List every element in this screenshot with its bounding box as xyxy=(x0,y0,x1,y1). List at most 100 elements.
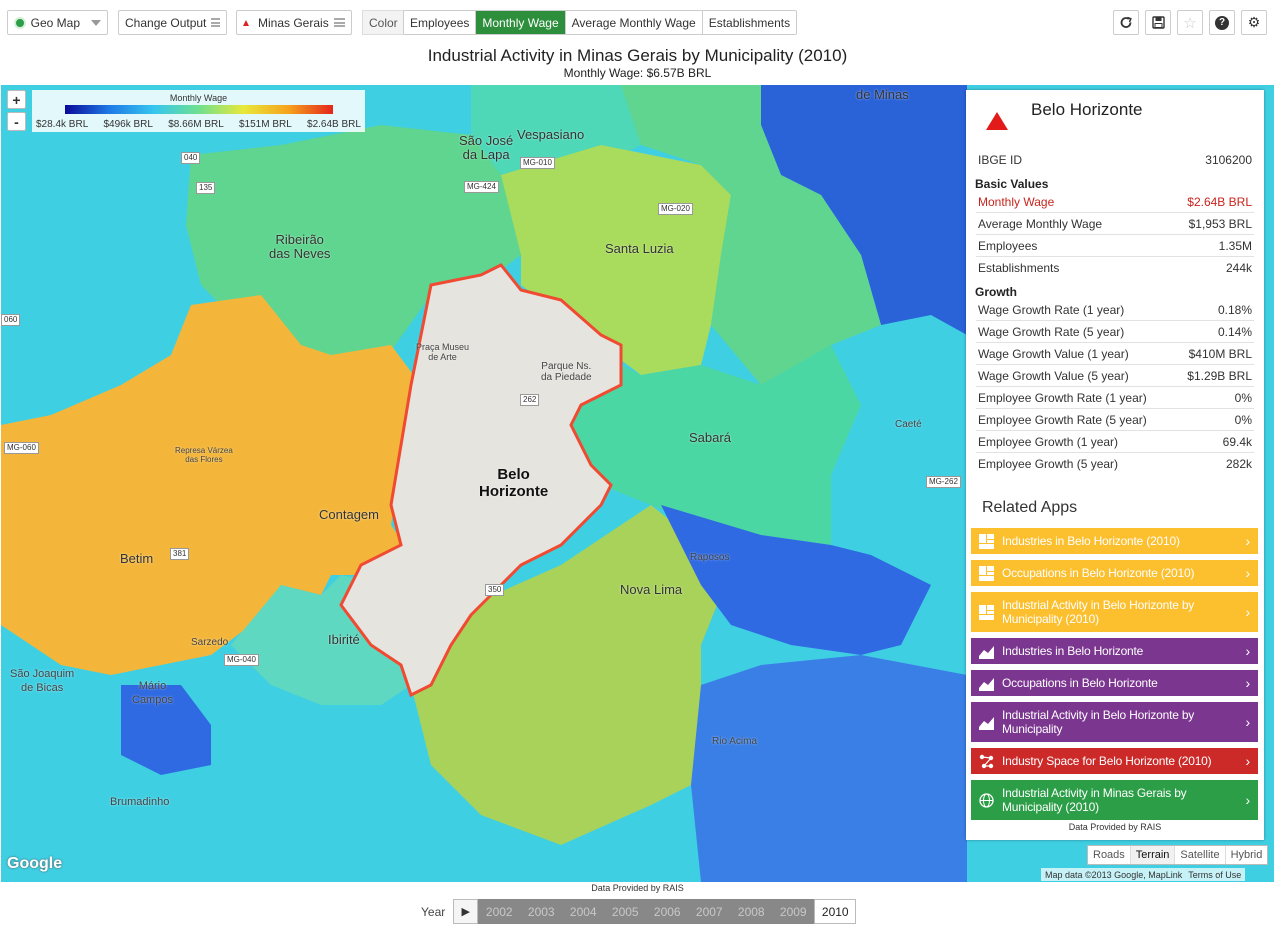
growth-label: Wage Growth Rate (5 year) xyxy=(978,324,1125,339)
change-output-button[interactable]: Change Output xyxy=(118,10,227,35)
map-type-terrain[interactable]: Terrain xyxy=(1130,846,1176,864)
year-option[interactable]: 2006 xyxy=(646,899,688,924)
year-option[interactable]: 2004 xyxy=(562,899,604,924)
chevron-right-icon: › xyxy=(1245,604,1251,620)
related-app-link[interactable]: Industries in Belo Horizonte (2010) › xyxy=(971,528,1258,554)
year-option[interactable]: 2005 xyxy=(604,899,646,924)
growth-row: Wage Growth Rate (5 year) 0.14% xyxy=(976,321,1254,343)
label-praca-museu: Praça Museu de Arte xyxy=(416,342,470,362)
label-sao-jose-da-lapa: São José da Lapa xyxy=(459,133,514,162)
road-shield: MG-060 xyxy=(4,442,39,454)
network-icon xyxy=(979,754,994,768)
page-subtitle: Monthly Wage: $6.57B BRL xyxy=(563,66,712,80)
label-sarzedo: Sarzedo xyxy=(191,637,229,648)
road-shield: MG-020 xyxy=(658,203,693,215)
chevron-right-icon: › xyxy=(1245,533,1251,549)
region-rio-acima[interactable] xyxy=(691,655,967,882)
growth-value: $1.29B BRL xyxy=(1187,368,1252,383)
color-selector: Employees Monthly Wage Average Monthly W… xyxy=(403,10,798,35)
year-option-selected[interactable]: 2010 xyxy=(814,899,857,924)
refresh-button[interactable] xyxy=(1113,10,1139,35)
label-mario-campos: Mário Campos xyxy=(132,680,173,706)
stat-label: Monthly Wage xyxy=(978,194,1055,209)
app-type-dropdown[interactable]: Geo Map xyxy=(7,10,108,35)
chevron-right-icon: › xyxy=(1245,753,1251,769)
legend-tick: $151M BRL xyxy=(239,119,292,130)
tree-map-icon xyxy=(979,604,994,620)
year-option[interactable]: 2007 xyxy=(688,899,730,924)
location-label: Minas Gerais xyxy=(258,15,329,30)
related-app-link[interactable]: Industrial Activity in Belo Horizonte by… xyxy=(971,702,1258,742)
year-option[interactable]: 2003 xyxy=(520,899,562,924)
road-shield: 060 xyxy=(1,314,21,326)
related-app-link[interactable]: Occupations in Belo Horizonte › xyxy=(971,670,1258,696)
chevron-right-icon: › xyxy=(1245,714,1251,730)
favorite-button[interactable]: ☆ xyxy=(1177,10,1203,35)
road-shield: 381 xyxy=(170,548,190,560)
road-shield: MG-424 xyxy=(464,181,499,193)
related-app-label: Industries in Belo Horizonte (2010) xyxy=(1002,534,1180,548)
stat-label: Employees xyxy=(978,238,1038,253)
growth-label: Wage Growth Value (5 year) xyxy=(978,368,1129,383)
label-ribeirao-das-neves: Ribeirão das Neves xyxy=(269,232,331,261)
growth-row: Employee Growth (1 year) 69.4k xyxy=(976,431,1254,453)
related-app-link[interactable]: Industrial Activity in Belo Horizonte by… xyxy=(971,592,1258,632)
year-label: Year xyxy=(421,904,446,919)
label-sabara: Sabará xyxy=(689,430,731,445)
growth-row: Employee Growth Rate (1 year) 0% xyxy=(976,387,1254,409)
label-rio-acima: Rio Acima xyxy=(712,736,758,747)
color-option-monthly-wage[interactable]: Monthly Wage xyxy=(476,11,566,34)
color-option-establishments[interactable]: Establishments xyxy=(702,11,797,34)
location-button[interactable]: Minas Gerais xyxy=(236,10,352,35)
zoom-in-button[interactable]: + xyxy=(7,90,26,109)
municipality-info-panel: Belo Horizonte IBGE ID 3106200 Basic Val… xyxy=(966,90,1264,840)
stat-row: Monthly Wage $2.64B BRL xyxy=(976,191,1254,213)
play-icon: ▶ xyxy=(461,906,470,918)
road-shield: 135 xyxy=(196,182,216,194)
settings-button[interactable]: ⚙ xyxy=(1241,10,1267,35)
help-button[interactable]: ? xyxy=(1209,10,1235,35)
related-app-link[interactable]: Occupations in Belo Horizonte (2010) › xyxy=(971,560,1258,586)
stat-value: $1,953 BRL xyxy=(1188,216,1252,231)
growth-value: 0.14% xyxy=(1217,324,1252,339)
label-nova-lima: Nova Lima xyxy=(620,582,683,597)
map-type-satellite[interactable]: Satellite xyxy=(1175,846,1226,864)
related-app-link[interactable]: Industrial Activity in Minas Gerais by M… xyxy=(971,780,1258,820)
color-label: Color xyxy=(362,10,404,35)
growth-row: Wage Growth Value (1 year) $410M BRL xyxy=(976,343,1254,365)
year-option[interactable]: 2008 xyxy=(730,899,772,924)
related-app-link[interactable]: Industry Space for Belo Horizonte (2010)… xyxy=(971,748,1258,774)
growth-value: 0.18% xyxy=(1217,302,1252,317)
chevron-right-icon: › xyxy=(1245,643,1251,659)
label-de-minas: de Minas xyxy=(856,87,909,102)
list-icon xyxy=(211,18,220,27)
growth-row: Wage Growth Rate (1 year) 0.18% xyxy=(976,299,1254,321)
globe-icon xyxy=(14,16,26,29)
year-selector: Year ▶ 2002 2003 2004 2005 2006 2007 200… xyxy=(421,899,857,924)
list-icon xyxy=(333,18,345,27)
growth-row: Employee Growth (5 year) 282k xyxy=(976,453,1254,475)
chevron-right-icon: › xyxy=(1245,565,1251,581)
label-santa-luzia: Santa Luzia xyxy=(605,241,674,256)
save-button[interactable] xyxy=(1145,10,1171,35)
color-option-employees[interactable]: Employees xyxy=(404,11,477,34)
map-type-hybrid[interactable]: Hybrid xyxy=(1226,846,1268,864)
state-flag-icon xyxy=(243,19,249,26)
growth-label: Wage Growth Value (1 year) xyxy=(978,346,1129,361)
related-app-label: Occupations in Belo Horizonte (2010) xyxy=(1002,566,1195,580)
label-vespasiano: Vespasiano xyxy=(517,127,585,142)
map-type-roads[interactable]: Roads xyxy=(1088,846,1131,864)
related-app-label: Industries in Belo Horizonte xyxy=(1002,644,1144,658)
growth-row: Employee Growth Rate (5 year) 0% xyxy=(976,409,1254,431)
year-option[interactable]: 2002 xyxy=(478,899,520,924)
footer-data-source: Data Provided by RAIS xyxy=(591,883,684,893)
play-button[interactable]: ▶ xyxy=(453,899,479,924)
zoom-out-button[interactable]: - xyxy=(7,112,26,131)
year-option[interactable]: 2009 xyxy=(772,899,814,924)
related-app-link[interactable]: Industries in Belo Horizonte › xyxy=(971,638,1258,664)
year-list: 2002 2003 2004 2005 2006 2007 2008 2009 … xyxy=(478,899,857,924)
label-parque-piedade: Parque Ns. da Piedade xyxy=(541,361,592,383)
color-option-average-monthly-wage[interactable]: Average Monthly Wage xyxy=(565,11,703,34)
related-app-label: Industrial Activity in Minas Gerais by M… xyxy=(1002,786,1187,814)
terms-link[interactable]: Terms of Use xyxy=(1188,870,1241,880)
